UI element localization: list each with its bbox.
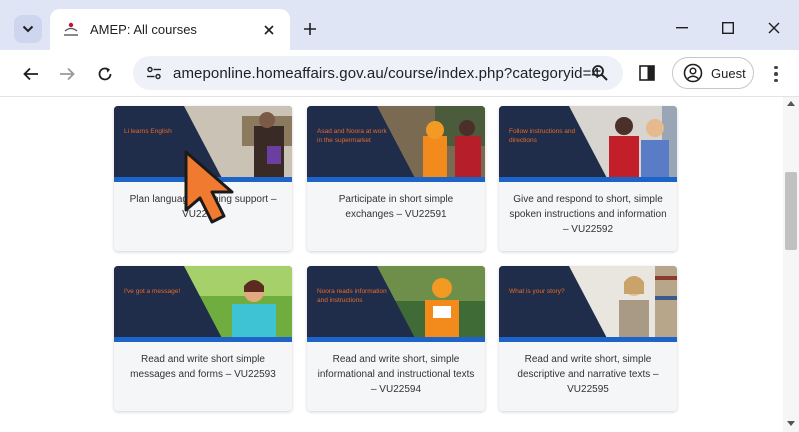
tab-close-icon[interactable] — [260, 21, 278, 39]
banner-stripe — [499, 177, 677, 182]
back-arrow-icon[interactable] — [16, 59, 46, 89]
banner-text: Follow instructions and directions — [509, 128, 576, 144]
new-tab-plus-icon[interactable] — [298, 17, 322, 41]
banner-text: I've got a message! — [124, 288, 181, 295]
banner-text: Noora reads information and instructions — [317, 288, 387, 304]
close-window-icon[interactable] — [760, 14, 788, 42]
banner-stripe — [307, 177, 485, 182]
chevron-down-icon — [22, 25, 34, 33]
scroll-up-arrow-icon[interactable] — [787, 101, 795, 106]
course-banner: What is your story? — [499, 266, 677, 342]
url-text: ameponline.homeaffairs.gov.au/course/ind… — [173, 64, 600, 82]
profile-label: Guest — [711, 65, 746, 81]
scroll-down-arrow-icon[interactable] — [787, 421, 795, 426]
banner-stripe — [114, 337, 292, 342]
course-title[interactable]: Participate in short simple exchanges – … — [307, 182, 485, 222]
forward-arrow-icon[interactable] — [52, 59, 82, 89]
zoom-magnifier-icon[interactable] — [591, 64, 609, 82]
kebab-menu-icon[interactable] — [766, 62, 786, 86]
course-title[interactable]: Read and write short, simple information… — [307, 342, 485, 397]
maximize-icon[interactable] — [714, 14, 742, 42]
course-title[interactable]: Read and write short simple messages and… — [114, 342, 292, 382]
course-card-vu22595[interactable]: What is your story? Read and write short… — [499, 266, 677, 411]
guest-profile-button[interactable]: Guest — [672, 57, 754, 89]
banner-stripe — [307, 337, 485, 342]
course-banner: Follow instructions and directions — [499, 106, 677, 182]
banner-text: Asad and Noora at work in the supermarke… — [317, 128, 387, 144]
amep-favicon-icon — [62, 21, 80, 39]
vertical-scrollbar[interactable] — [783, 97, 799, 432]
course-banner: I've got a message! — [114, 266, 292, 342]
tab-search-button[interactable] — [14, 15, 42, 43]
minimize-icon[interactable] — [668, 14, 696, 42]
browser-toolbar: ameponline.homeaffairs.gov.au/course/ind… — [0, 50, 799, 97]
course-title[interactable]: Give and respond to short, simple spoken… — [499, 182, 677, 237]
tab-strip: AMEP: All courses — [0, 0, 799, 50]
reload-icon[interactable] — [90, 59, 120, 89]
course-card-vu22593[interactable]: I've got a message! Read and write short… — [114, 266, 292, 411]
account-circle-icon — [683, 63, 703, 83]
pointer-arrow-icon — [184, 150, 234, 224]
banner-text: What is your story? — [509, 288, 565, 295]
banner-text: Li learns English — [124, 128, 172, 135]
banner-stripe — [499, 337, 677, 342]
course-card-vu22594[interactable]: Noora reads information and instructions… — [307, 266, 485, 411]
active-tab[interactable]: AMEP: All courses — [50, 9, 290, 50]
course-title[interactable]: Read and write short, simple descriptive… — [499, 342, 677, 397]
course-card-vu22591[interactable]: Asad and Noora at work in the supermarke… — [307, 106, 485, 251]
tab-title: AMEP: All courses — [90, 22, 197, 37]
site-info-icon[interactable] — [139, 59, 169, 87]
course-banner: Noora reads information and instructions — [307, 266, 485, 342]
course-card-vu22592[interactable]: Follow instructions and directions Give … — [499, 106, 677, 251]
course-banner: Asad and Noora at work in the supermarke… — [307, 106, 485, 182]
side-panel-icon[interactable] — [636, 62, 658, 84]
address-bar[interactable]: ameponline.homeaffairs.gov.au/course/ind… — [133, 56, 623, 90]
page-content: Li learns English Plan language learning… — [0, 97, 783, 432]
scroll-thumb[interactable] — [785, 172, 797, 250]
